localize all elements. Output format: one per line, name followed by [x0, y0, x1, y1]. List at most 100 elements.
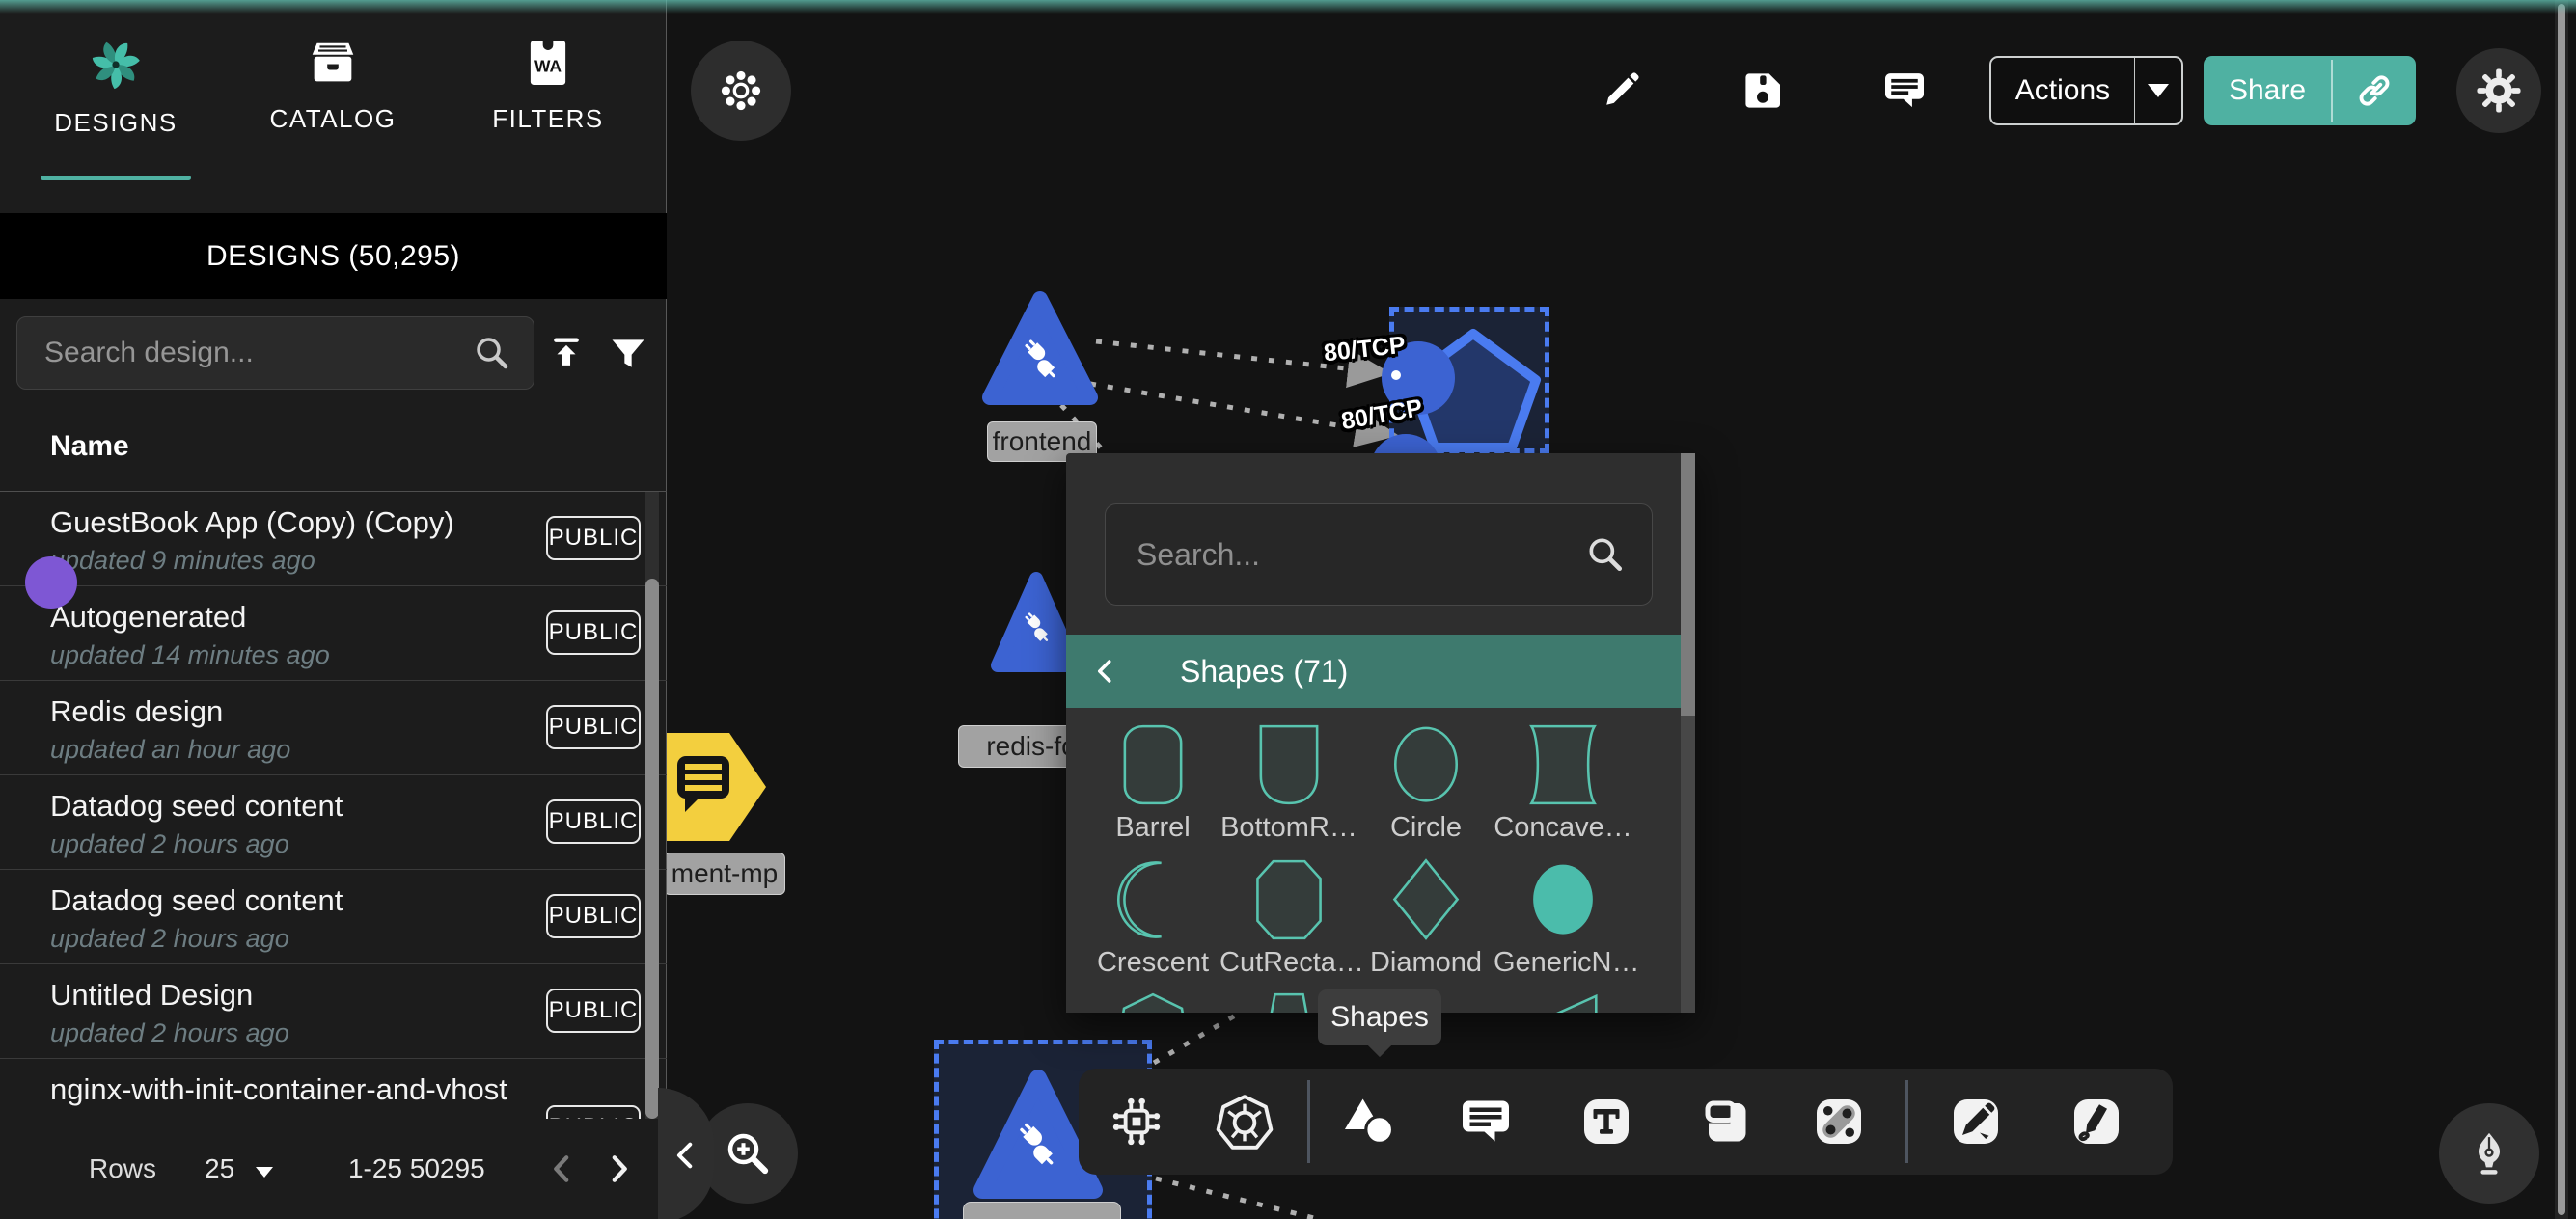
tab-filters[interactable]: WA FILTERS [456, 35, 640, 179]
flower-icon [716, 66, 766, 116]
link-tool-button[interactable] [1799, 1082, 1878, 1161]
edit-button[interactable] [1594, 64, 1648, 118]
components-tool-button[interactable] [1097, 1082, 1176, 1161]
chevron-down-icon [2148, 84, 2169, 97]
shapes-search-input[interactable] [1135, 536, 1584, 574]
share-label[interactable]: Share [2204, 56, 2331, 125]
circle-shape-icon [1378, 721, 1474, 808]
text-tool-button[interactable] [1567, 1082, 1646, 1161]
cutrectangle-shape-icon [1241, 856, 1337, 943]
shape-item-partial[interactable] [1515, 989, 1611, 1013]
text-icon [1577, 1093, 1635, 1151]
comment-icon [1457, 1093, 1515, 1151]
comments-button[interactable] [1877, 64, 1932, 118]
design-search-input[interactable] [42, 336, 472, 370]
sticky-note-icon [1698, 1093, 1756, 1151]
design-list-item[interactable]: Redis design updated an hour ago PUBLIC [0, 681, 667, 775]
shape-item-genericnode[interactable]: GenericN… [1515, 856, 1611, 948]
righttrapezoid-shape-icon [1515, 989, 1611, 1013]
visibility-badge: PUBLIC [546, 989, 641, 1033]
tab-designs-label: DESIGNS [54, 108, 178, 138]
list-scrollbar-thumb[interactable] [645, 579, 659, 1119]
wasm-filter-icon: WA [520, 35, 576, 91]
bottomround-shape-icon [1241, 721, 1337, 808]
shape-item-crescent[interactable]: Crescent [1105, 856, 1201, 948]
design-list-item[interactable]: Autogenerated updated 14 minutes ago PUB… [0, 586, 667, 681]
barrel-shape-icon [1105, 721, 1201, 808]
actions-label[interactable]: Actions [1991, 58, 2134, 123]
rows-per-page-label: Rows [89, 1153, 156, 1184]
rows-per-page-select[interactable]: 25 [205, 1153, 273, 1184]
actions-split-button[interactable]: Actions [1989, 56, 2183, 125]
panel-scrollbar-thumb[interactable] [1681, 453, 1695, 716]
pagination-bar: Rows 25 1-25 50295 [0, 1119, 667, 1219]
designs-count-header: DESIGNS (50,295) [0, 213, 667, 299]
note-tool-button[interactable] [1687, 1082, 1767, 1161]
shape-item-cutrectangle[interactable]: CutRecta… [1241, 856, 1337, 948]
design-list-item[interactable]: GuestBook App (Copy) (Copy) updated 9 mi… [0, 492, 667, 586]
pen-tool-button[interactable] [1936, 1082, 2015, 1161]
design-list-item[interactable]: Untitled Design updated 2 hours ago PUBL… [0, 964, 667, 1059]
zoom-in-icon [722, 1127, 774, 1179]
design-list-item[interactable]: Datadog seed content updated 2 hours ago… [0, 870, 667, 964]
visibility-badge: PUBLIC [546, 799, 641, 844]
catalog-archive-icon [305, 35, 361, 91]
concave-shape-icon [1515, 721, 1611, 808]
service-node-frontend[interactable] [980, 289, 1100, 407]
shapes-panel: Shapes (71) Barrel BottomR… Circle [1066, 453, 1695, 1013]
pentagon-port-dot [1391, 370, 1401, 380]
meshery-logo-icon [86, 35, 146, 95]
save-button[interactable] [1736, 64, 1790, 118]
publish-design-button[interactable] [544, 332, 589, 376]
link-icon [2353, 69, 2396, 112]
shapes-icon [1338, 1091, 1400, 1152]
shapes-tool-button[interactable] [1329, 1082, 1409, 1161]
visibility-badge: PUBLIC [546, 705, 641, 749]
freehand-tool-button[interactable] [2057, 1082, 2136, 1161]
window-scrollbar-thumb[interactable] [2558, 4, 2565, 1215]
chain-link-icon [1810, 1093, 1868, 1151]
chevron-down-icon [256, 1167, 273, 1178]
share-split-button[interactable]: Share [2204, 56, 2416, 125]
tab-designs[interactable]: DESIGNS [24, 35, 207, 179]
designs-sidebar: DESIGNS CATALOG WA FILTERS DESIGNS (50,2… [0, 0, 667, 1219]
shape-item-partial[interactable] [1105, 989, 1201, 1013]
save-icon [1740, 68, 1786, 114]
avatar [25, 556, 77, 609]
shape-item-concave[interactable]: Concave… [1515, 721, 1611, 813]
filter-designs-button[interactable] [606, 332, 650, 376]
shapes-category-header[interactable]: Shapes (71) [1066, 635, 1681, 708]
node-label-truncated [963, 1202, 1121, 1219]
tab-filters-label: FILTERS [492, 104, 603, 134]
shape-item-circle[interactable]: Circle [1378, 721, 1474, 813]
search-icon [472, 333, 512, 373]
previous-page-button[interactable] [543, 1150, 582, 1188]
settings-button[interactable] [2456, 48, 2541, 133]
tab-catalog-label: CATALOG [270, 104, 397, 134]
diamond-shape-icon [1378, 856, 1474, 943]
tab-catalog[interactable]: CATALOG [241, 35, 425, 179]
visibility-badge: PUBLIC [546, 894, 641, 938]
pagination-range: 1-25 50295 [348, 1153, 485, 1184]
visibility-badge: PUBLIC [546, 610, 641, 655]
upload-icon [545, 333, 588, 375]
shape-item-diamond[interactable]: Diamond [1378, 856, 1474, 948]
active-tab-indicator [41, 176, 191, 180]
pen-mode-button[interactable] [2439, 1103, 2539, 1204]
shapes-search-box[interactable] [1105, 503, 1653, 606]
pencil-icon [1597, 67, 1645, 115]
design-search-box[interactable] [16, 316, 534, 390]
next-page-button[interactable] [599, 1150, 638, 1188]
comment-node[interactable] [662, 729, 770, 845]
visibility-badge: PUBLIC [546, 516, 641, 560]
shape-item-barrel[interactable]: Barrel [1105, 721, 1201, 813]
pen-tool-icon [1947, 1093, 2005, 1151]
comment-tool-button[interactable] [1446, 1082, 1525, 1161]
dock-toggle-button[interactable] [691, 41, 791, 141]
kubernetes-tool-button[interactable] [1205, 1082, 1284, 1161]
shape-item-bottomround[interactable]: BottomR… [1241, 721, 1337, 813]
design-list-item[interactable]: Datadog seed content updated 2 hours ago… [0, 775, 667, 870]
genericnode-shape-icon [1515, 856, 1611, 943]
actions-dropdown-toggle[interactable] [2135, 58, 2181, 123]
copy-link-button[interactable] [2333, 56, 2416, 125]
